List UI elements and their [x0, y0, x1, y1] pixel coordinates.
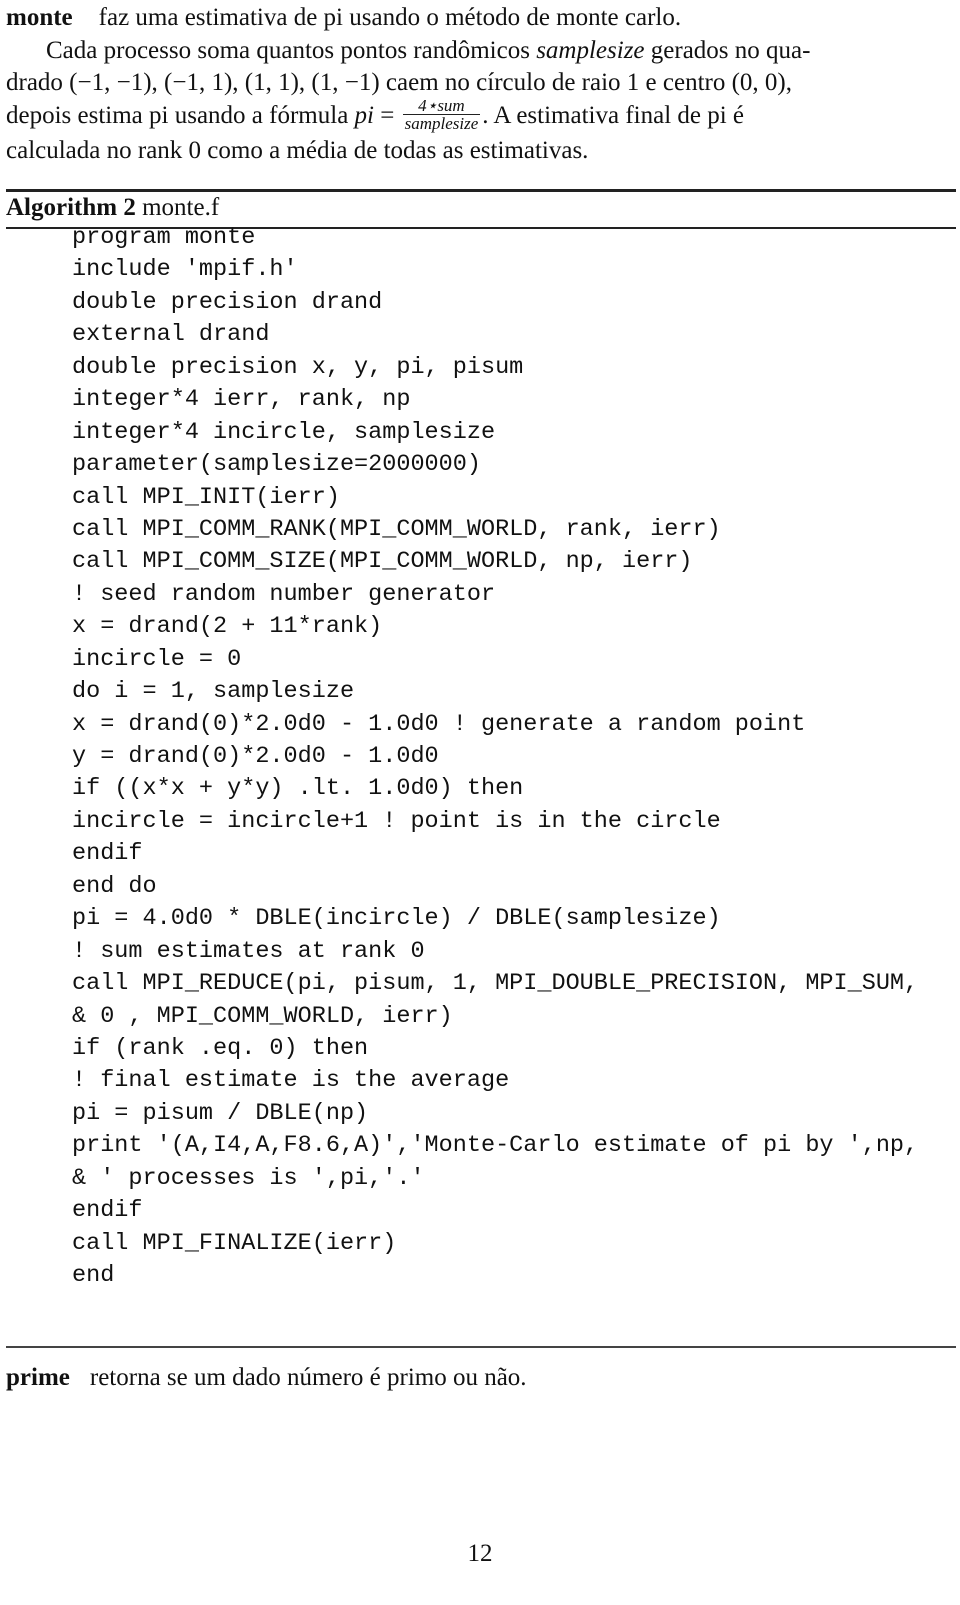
code-line: integer*4 ierr, rank, np — [72, 386, 411, 414]
code-line: ! final estimate is the average — [72, 1067, 510, 1095]
code-line: ! seed random number generator — [72, 580, 496, 608]
code-line: endif — [72, 840, 143, 868]
code-line: endif — [72, 1197, 143, 1225]
algorithm-caption: Algorithm 2 monte.f — [6, 192, 219, 224]
monte-entry: monte faz uma estimativa de pi usando o m… — [6, 2, 956, 167]
algorithm-filename: monte.f — [142, 194, 220, 221]
formula-fraction: 4⋆sum samplesize — [402, 97, 481, 133]
code-line: call MPI_INIT(ierr) — [72, 483, 340, 511]
code-line: call MPI_COMM_SIZE(MPI_COMM_WORLD, np, i… — [72, 548, 693, 576]
code-line: call MPI_COMM_RANK(MPI_COMM_WORLD, rank,… — [72, 515, 721, 543]
code-line: include 'mpif.h' — [72, 256, 298, 284]
algorithm-label: Algorithm 2 — [6, 194, 136, 221]
samplesize-var: samplesize — [536, 36, 645, 64]
code-line: & 0 , MPI_COMM_WORLD, ierr) — [72, 1002, 453, 1030]
code-line: program monte — [72, 224, 256, 251]
desc-line-3: depois estima pi usando a fórmula pi = 4… — [6, 95, 745, 133]
code-line: if (rank .eq. 0) then — [72, 1034, 369, 1062]
code-line: external drand — [72, 321, 270, 349]
code-line: x = drand(2 + 11*rank) — [72, 613, 383, 641]
code-line: double precision x, y, pi, pisum — [72, 353, 524, 381]
desc-line-1: Cada processo soma quantos pontos randôm… — [46, 36, 811, 64]
code-line: integer*4 incircle, samplesize — [72, 418, 496, 446]
prime-term: prime — [6, 1364, 70, 1391]
monte-heading-line: monte faz uma estimativa de pi usando o m… — [6, 2, 956, 35]
code-line: call MPI_FINALIZE(ierr) — [72, 1229, 397, 1257]
code-line: call MPI_REDUCE(pi, pisum, 1, MPI_DOUBLE… — [72, 970, 919, 998]
desc-line-2: drado (−1, −1), (−1, 1), (1, 1), (1, −1)… — [6, 69, 792, 96]
monte-summary: faz uma estimativa de pi usando o método… — [98, 4, 682, 31]
formula-lhs: pi — [354, 101, 374, 129]
code-line: do i = 1, samplesize — [72, 678, 355, 706]
algorithm-bottom-rule — [6, 1346, 956, 1348]
code-line: end — [72, 1262, 115, 1289]
code-line: y = drand(0)*2.0d0 - 1.0d0 — [72, 743, 439, 770]
code-line: end do — [72, 872, 157, 900]
code-line: parameter(samplesize=2000000) — [72, 451, 481, 479]
code-listing: program monte include 'mpif.h' double prec… — [72, 222, 918, 1292]
monte-description: Cada processo soma quantos pontos randôm… — [6, 35, 956, 168]
code-line: double precision drand — [72, 288, 383, 316]
page-number: 12 — [467, 1540, 493, 1567]
code-line: pi = 4.0d0 * DBLE(incircle) / DBLE(sampl… — [72, 905, 721, 933]
code-line: x = drand(0)*2.0d0 - 1.0d0 ! generate a … — [72, 710, 806, 738]
code-line: & ' processes is ',pi,'.' — [72, 1164, 425, 1192]
prime-entry: prime retorna se um dado número é primo o… — [6, 1362, 527, 1394]
code-line: pi = pisum / DBLE(np) — [72, 1099, 369, 1127]
code-line: print '(A,I4,A,F8.6,A)','Monte-Carlo est… — [72, 1132, 919, 1160]
formula-numerator: 4⋆sum — [402, 97, 481, 115]
prime-summary: retorna se um dado número é primo ou não… — [89, 1364, 527, 1391]
formula-denominator: samplesize — [404, 113, 479, 133]
code-line: if ((x*x + y*y) .lt. 1.0d0) then — [72, 775, 524, 803]
code-line: incircle = 0 — [72, 645, 242, 673]
monte-term: monte — [6, 4, 73, 31]
code-line: incircle = incircle+1 ! point is in the … — [72, 807, 721, 835]
desc-line-4: calculada no rank 0 como a média de toda… — [6, 136, 589, 164]
code-line: ! sum estimates at rank 0 — [72, 937, 425, 965]
